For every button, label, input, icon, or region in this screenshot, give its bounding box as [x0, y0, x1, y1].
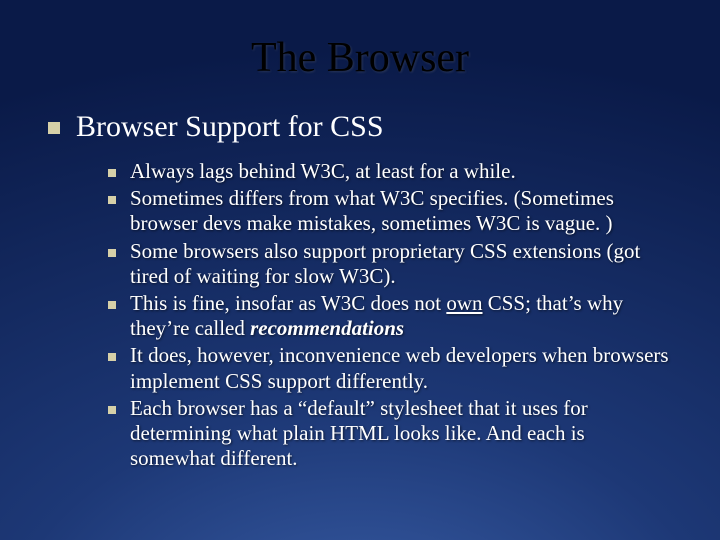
- square-bullet-icon: [108, 196, 116, 204]
- emphasized-text: recommendations: [250, 316, 404, 340]
- slide-title: The Browser: [0, 0, 720, 92]
- sub-list: Always lags behind W3C, at least for a w…: [48, 153, 672, 471]
- bullet-text: Each browser has a “default” stylesheet …: [130, 396, 672, 472]
- bullet-text: Some browsers also support proprietary C…: [130, 239, 672, 289]
- bullet-text: Sometimes differs from what W3C specifie…: [130, 186, 672, 236]
- bullet-text: This is fine, insofar as W3C does not ow…: [130, 291, 672, 341]
- level1-heading: Browser Support for CSS: [76, 110, 384, 143]
- list-item: Each browser has a “default” stylesheet …: [108, 396, 672, 472]
- list-item: This is fine, insofar as W3C does not ow…: [108, 291, 672, 341]
- level1-item: Browser Support for CSS: [48, 110, 672, 143]
- square-bullet-icon: [108, 353, 116, 361]
- square-bullet-icon: [108, 301, 116, 309]
- content-area: Browser Support for CSS Always lags behi…: [0, 92, 720, 471]
- square-bullet-icon: [108, 169, 116, 177]
- square-bullet-icon: [108, 406, 116, 414]
- bullet-text: It does, however, inconvenience web deve…: [130, 343, 672, 393]
- text-span: This is fine, insofar as W3C does not: [130, 291, 446, 315]
- bullet-text: Always lags behind W3C, at least for a w…: [130, 159, 516, 184]
- underlined-text: own: [446, 291, 482, 315]
- list-item: It does, however, inconvenience web deve…: [108, 343, 672, 393]
- square-bullet-icon: [108, 249, 116, 257]
- square-bullet-icon: [48, 122, 60, 134]
- slide: The Browser Browser Support for CSS Alwa…: [0, 0, 720, 540]
- list-item: Always lags behind W3C, at least for a w…: [108, 159, 672, 184]
- list-item: Sometimes differs from what W3C specifie…: [108, 186, 672, 236]
- list-item: Some browsers also support proprietary C…: [108, 239, 672, 289]
